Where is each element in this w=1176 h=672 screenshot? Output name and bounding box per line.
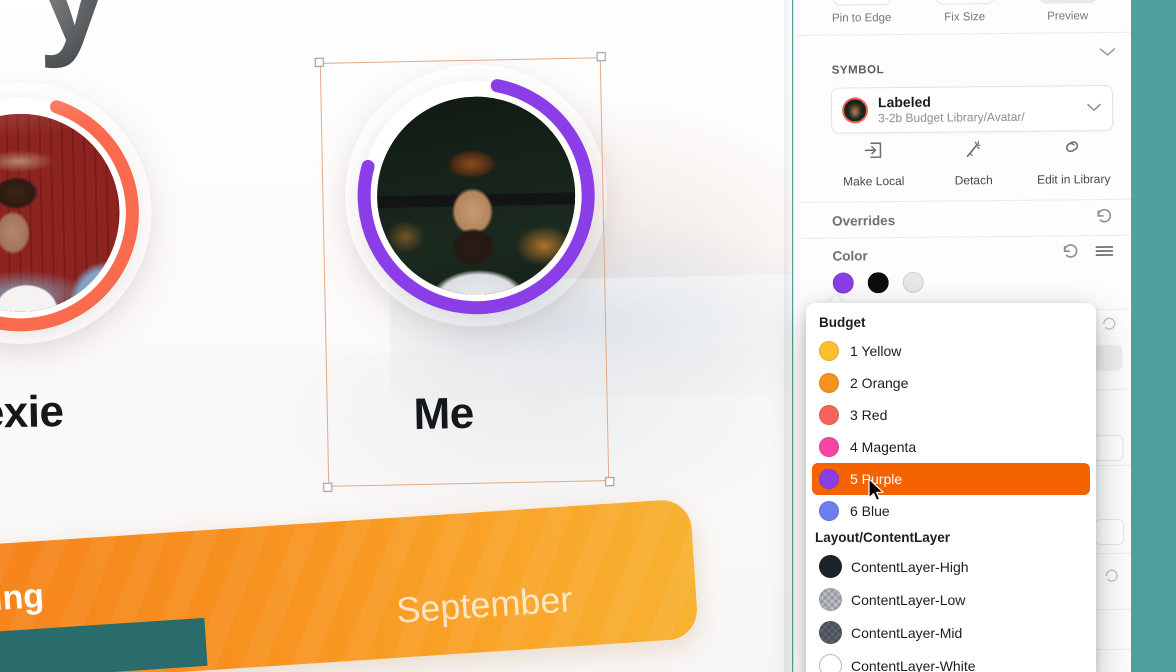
symbol-select-chevron-down-icon[interactable] [1086,99,1102,117]
color-revert-icon[interactable] [1060,241,1080,266]
orange-color-dot-icon [819,373,839,393]
dropdown-group-budget: Budget [819,315,866,330]
screen-root: y Lexie [0,0,1176,672]
black-swatch[interactable] [867,272,889,294]
dropdown-item-label: ContentLayer-Mid [851,624,963,641]
artboard-wash-bottom [260,343,792,536]
dropdown-item-label: 3 Red [850,407,888,423]
overrides-row[interactable]: Overrides [832,202,1114,237]
contentlayer-low-color-dot-icon [819,588,842,611]
me-avatar[interactable] [357,77,595,315]
red-color-dot-icon [819,405,839,425]
edit-in-library-label: Edit in Library [1036,171,1111,187]
dropdown-item-contentlayer-low[interactable]: ContentLayer-Low [812,583,1090,616]
link-library-icon [1061,137,1085,164]
lexie-progress-arc [0,94,139,332]
overrides-label: Overrides [832,212,896,229]
edit-in-library-button[interactable]: Edit in Library [1023,137,1123,187]
dropdown-item-1-yellow[interactable]: 1 Yellow [812,335,1090,367]
preview-label: Preview [1047,10,1089,23]
dropdown-item-6-blue[interactable]: 6 Blue [812,495,1090,527]
contentlayer-white-color-dot-icon [819,654,842,672]
lexie-avatar-label: Lexie [0,387,64,439]
overrides-revert-icon[interactable] [1094,205,1114,230]
detach-button[interactable]: Detach [923,138,1023,188]
color-override-row[interactable]: Color [832,237,1114,272]
arrow-cursor [868,478,884,501]
symbol-thumbnail-icon [841,97,869,124]
purple-swatch[interactable] [832,272,854,294]
symbol-name: Labeled [877,93,931,111]
color-override-dropdown[interactable]: Budget 1 Yellow 2 Orange 3 Red 4 Magenta… [806,303,1096,672]
dropdown-item-contentlayer-mid[interactable]: ContentLayer-Mid [812,616,1090,649]
symbol-collapse-chevron-icon[interactable] [1097,45,1117,63]
magic-wand-detach-icon [962,138,984,165]
canvas-panel-shadow [784,0,793,672]
ghost-revert-icon-2[interactable] [1102,567,1120,590]
magenta-color-dot-icon [819,437,839,457]
make-local-label: Make Local [842,173,905,189]
make-local-icon [862,139,884,166]
symbol-actions-row[interactable]: Make Local Detach Edit in Library [823,137,1123,189]
purple-color-dot-icon [819,469,839,489]
dropdown-item-contentlayer-high[interactable]: ContentLayer-High [812,550,1090,583]
ghost-revert-icon-1[interactable] [1100,315,1118,338]
dropdown-item-label: ContentLayer-Low [851,591,966,608]
pin-to-edge-label: Pin to Edge [831,12,892,25]
symbol-section-title: SYMBOL [831,64,885,77]
dropdown-item-label: ContentLayer-High [851,558,969,575]
color-swatch-row[interactable] [832,271,924,294]
ghost-field-1[interactable] [1092,344,1123,372]
dropdown-item-label: ContentLayer-White [851,657,976,672]
light-gray-swatch[interactable] [902,271,924,293]
hamburger-menu-icon[interactable] [1094,242,1114,263]
pin-to-edge-control[interactable]: Pin to Edge [810,0,914,38]
dropdown-item-2-orange[interactable]: 2 Orange [812,367,1090,399]
color-label: Color [832,247,868,264]
fix-size-control[interactable]: Fix Size [913,0,1017,37]
symbol-source-select[interactable]: Labeled 3-2b Budget Library/Avatar/ [830,84,1114,134]
ghost-field-2[interactable] [1093,434,1124,462]
preview-control[interactable]: Preview [1016,0,1120,36]
symbol-path: 3-2b Budget Library/Avatar/ [878,109,1025,126]
pin-to-edge-icon[interactable] [832,0,891,6]
cropped-heading-text: y [36,0,109,71]
detach-label: Detach [954,173,993,188]
lexie-avatar[interactable] [0,94,139,332]
preview-icon[interactable] [1038,0,1097,4]
contentlayer-high-color-dot-icon [819,555,842,578]
contentlayer-mid-color-dot-icon [819,621,842,644]
dropdown-group-layout-contentlayer: Layout/ContentLayer [815,530,951,545]
artboard: y Lexie [0,0,792,672]
dropdown-item-label: 1 Yellow [850,343,902,359]
fix-size-icon[interactable] [935,0,994,5]
blue-color-dot-icon [819,501,839,521]
dropdown-item-contentlayer-white[interactable]: ContentLayer-White [812,649,1090,672]
me-avatar-label: Me [413,388,475,439]
design-canvas[interactable]: y Lexie [0,0,792,672]
yellow-color-dot-icon [819,341,839,361]
ghost-field-3[interactable] [1093,518,1125,546]
dropdown-item-label: 4 Magenta [850,439,917,455]
dropdown-item-4-magenta[interactable]: 4 Magenta [812,431,1090,463]
me-progress-arc [357,77,595,315]
dropdown-item-label: 6 Blue [850,503,890,519]
dropdown-item-label: 2 Orange [850,375,909,391]
make-local-button[interactable]: Make Local [823,139,923,189]
dropdown-item-3-red[interactable]: 3 Red [812,399,1090,431]
fix-size-label: Fix Size [944,11,986,24]
dropdown-item-5-purple[interactable]: 5 Purple [812,463,1090,495]
